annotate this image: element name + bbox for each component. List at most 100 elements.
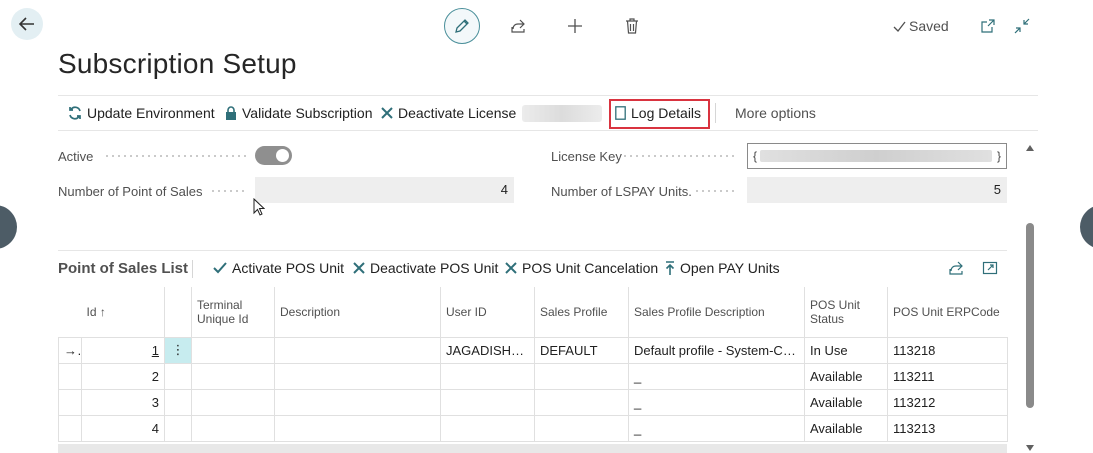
more-options-button[interactable]: More options (735, 96, 816, 130)
pos-list-title[interactable]: Point of Sales List (58, 260, 188, 277)
row-sales-profile-description-cell[interactable]: _ (628, 362, 805, 390)
row-id-cell[interactable]: 3 (81, 388, 165, 416)
row-erpcode-cell[interactable]: 113211 (887, 362, 1008, 390)
license-key-field[interactable]: { } (747, 143, 1007, 169)
row-id-cell[interactable]: 4 (81, 414, 165, 442)
deactivate-license-button[interactable]: Deactivate License (381, 96, 516, 130)
row-id-cell[interactable]: 2 (81, 362, 165, 390)
header-menu-col (164, 287, 192, 338)
deactivate-pos-unit-label: Deactivate POS Unit (370, 260, 499, 276)
header-description[interactable]: Description (274, 287, 441, 338)
previous-record-button[interactable] (0, 205, 17, 249)
header-user-id-label: User ID (446, 304, 487, 319)
header-sales-profile-description-label: Sales Profile Description (634, 304, 765, 319)
row-sales-profile-description-cell[interactable]: _ (628, 388, 805, 416)
trash-icon (626, 18, 638, 34)
deactivate-pos-unit-button[interactable]: Deactivate POS Unit (353, 251, 498, 285)
row-status-cell[interactable]: Available (804, 414, 888, 442)
saved-label: Saved (909, 18, 949, 34)
header-terminal[interactable]: Terminal Unique Id (191, 287, 275, 338)
header-pos-unit-status[interactable]: POS Unit Status (804, 287, 888, 338)
expand-icon (982, 261, 998, 275)
activate-pos-unit-button[interactable]: Activate POS Unit (213, 251, 344, 285)
table-row[interactable]: 4 _ Available 113213 (58, 414, 1008, 442)
close-icon (505, 262, 517, 274)
row-id-link[interactable]: 1 (152, 343, 159, 358)
header-id-label: Id (86, 304, 97, 319)
row-menu-cell[interactable] (164, 388, 192, 416)
header-id[interactable]: Id ↑ (81, 287, 165, 338)
page-scrollbar[interactable] (1024, 141, 1036, 453)
row-description-cell[interactable] (274, 414, 441, 442)
header-pos-unit-erpcode[interactable]: POS Unit ERPCode (887, 287, 1008, 338)
row-description-cell[interactable] (274, 362, 441, 390)
pos-unit-cancelation-button[interactable]: POS Unit Cancelation (505, 251, 658, 285)
back-button[interactable] (11, 8, 43, 40)
header-user-id[interactable]: User ID (440, 287, 535, 338)
row-user-id-cell[interactable] (440, 362, 535, 390)
plus-icon (568, 19, 582, 33)
refresh-icon (69, 106, 81, 120)
row-status-cell[interactable]: Available (804, 388, 888, 416)
row-user-id-cell[interactable] (440, 388, 535, 416)
validate-subscription-button[interactable]: Validate Subscription (225, 96, 372, 130)
license-key-close: } (996, 149, 1001, 163)
row-status-cell[interactable]: Available (804, 362, 888, 390)
share-button[interactable] (500, 8, 536, 44)
next-record-button[interactable] (1080, 205, 1093, 249)
edit-button[interactable] (444, 8, 480, 44)
row-id-cell[interactable]: 1 (81, 336, 165, 364)
header-sales-profile[interactable]: Sales Profile (534, 287, 629, 338)
row-sales-profile-description-cell[interactable]: _ (628, 414, 805, 442)
table-row[interactable]: → 1 ⋮ JAGADISHRA DEFAULT Default profile… (58, 336, 1008, 364)
active-dots (104, 155, 246, 157)
delete-button[interactable] (614, 8, 650, 44)
share-icon (949, 261, 963, 275)
row-menu-cell[interactable] (164, 362, 192, 390)
active-toggle[interactable] (255, 146, 292, 165)
table-row[interactable]: 2 _ Available 113211 (58, 362, 1008, 390)
redacted-action (522, 105, 602, 122)
row-user-id-cell[interactable] (440, 414, 535, 442)
header-status-line2: Status (810, 311, 845, 326)
row-terminal-cell[interactable] (191, 336, 275, 364)
deactivate-license-label: Deactivate License (398, 105, 517, 121)
number-of-pos-dots (210, 190, 246, 192)
table-row[interactable]: 3 _ Available 113212 (58, 388, 1008, 416)
row-sales-profile-cell[interactable] (534, 388, 629, 416)
checkmark-icon (893, 21, 906, 32)
row-sales-profile-description-cell[interactable]: Default profile - System-Cre... (628, 336, 805, 364)
open-pay-units-button[interactable]: Open PAY Units (665, 251, 780, 285)
scroll-up-arrow[interactable] (1026, 145, 1034, 151)
row-user-id-cell[interactable]: JAGADISHRA (440, 336, 535, 364)
update-environment-button[interactable]: Update Environment (68, 96, 215, 130)
collapse-button[interactable] (1013, 17, 1031, 35)
log-details-button[interactable]: Log Details (615, 96, 701, 130)
row-description-cell[interactable] (274, 388, 441, 416)
pos-list-share-button[interactable] (948, 251, 969, 285)
row-erpcode-cell[interactable]: 113212 (887, 388, 1008, 416)
row-sales-profile-cell[interactable]: DEFAULT (534, 336, 629, 364)
header-arrow-col (58, 287, 82, 338)
row-erpcode-cell[interactable]: 113213 (887, 414, 1008, 442)
new-button[interactable] (557, 8, 593, 44)
log-details-label: Log Details (631, 105, 702, 121)
open-new-window-button[interactable] (979, 17, 997, 35)
row-terminal-cell[interactable] (191, 414, 275, 442)
pos-list-separator (192, 260, 193, 278)
checkmark-icon (213, 262, 227, 274)
row-erpcode-cell[interactable]: 113218 (887, 336, 1008, 364)
scroll-down-arrow[interactable] (1026, 445, 1034, 451)
row-status-cell[interactable]: In Use (804, 336, 888, 364)
scroll-thumb[interactable] (1026, 223, 1034, 408)
row-terminal-cell[interactable] (191, 388, 275, 416)
row-actions-menu-icon[interactable]: ⋮ (164, 336, 192, 364)
row-terminal-cell[interactable] (191, 362, 275, 390)
license-key-label: License Key (551, 149, 622, 164)
header-sales-profile-description[interactable]: Sales Profile Description (628, 287, 805, 338)
row-menu-cell[interactable] (164, 414, 192, 442)
pos-list-expand-button[interactable] (982, 251, 1003, 285)
row-sales-profile-cell[interactable] (534, 414, 629, 442)
row-sales-profile-cell[interactable] (534, 362, 629, 390)
row-description-cell[interactable] (274, 336, 441, 364)
